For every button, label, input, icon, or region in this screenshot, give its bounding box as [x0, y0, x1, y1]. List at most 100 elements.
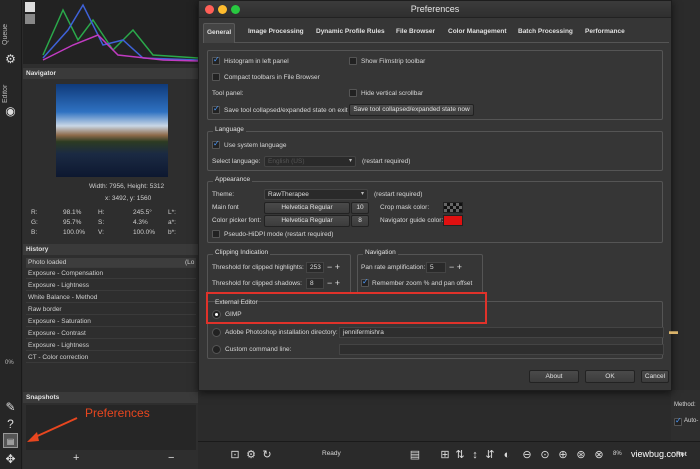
photoshop-label: Adobe Photoshop installation directory: — [225, 329, 338, 336]
theme-restart-note: (restart required) — [374, 191, 423, 198]
pan-rate-label: Pan rate amplification: — [361, 264, 426, 271]
tab-dynamic-profile-rules[interactable]: Dynamic Profile Rules — [316, 28, 385, 35]
crop-mask-color-swatch[interactable] — [443, 202, 463, 213]
folder-icon[interactable]: ▬ — [669, 326, 678, 336]
history-title: History — [23, 244, 198, 255]
pseudo-hidpi-checkbox[interactable] — [212, 230, 220, 238]
navigator-guide-color-swatch[interactable] — [443, 215, 463, 226]
aperture-icon[interactable]: ◉ — [3, 104, 18, 119]
left-panel: Navigator Width: 7956, Height: 5312 x: 3… — [23, 0, 199, 469]
remember-zoom-label: Remember zoom % and pan offset — [372, 280, 473, 287]
clipped-shadows-label: Threshold for clipped shadows: — [212, 280, 302, 287]
custom-command-radio[interactable] — [212, 345, 221, 354]
pan-rate-input[interactable]: 5 — [426, 262, 446, 273]
settings-icon[interactable]: ⚙ — [244, 448, 258, 462]
save-tool-collapsed-checkbox[interactable] — [212, 104, 220, 114]
tab-file-browser[interactable]: File Browser — [396, 28, 435, 35]
main-font-size[interactable]: 10 — [351, 202, 369, 214]
remember-zoom-checkbox[interactable] — [361, 277, 369, 287]
language-restart-note: (restart required) — [362, 158, 411, 165]
tab-performance[interactable]: Performance — [585, 28, 625, 35]
add-snapshot-button[interactable]: + — [73, 452, 79, 464]
tab-queue[interactable]: Queue — [2, 18, 20, 50]
clipped-shadows-input[interactable]: 8 — [306, 278, 324, 289]
custom-command-input[interactable] — [339, 344, 664, 355]
color-picker-font-button[interactable]: Helvetica Regular — [264, 215, 350, 227]
preferences-icon[interactable]: ▤ — [3, 433, 18, 448]
photoshop-directory-input[interactable]: jennifermishra — [339, 327, 664, 338]
language-select[interactable]: English (US) ▾ — [264, 156, 356, 167]
clipped-highlights-stepper[interactable]: − + — [327, 262, 340, 273]
theme-select[interactable]: RawTherapee ▾ — [264, 189, 368, 200]
auto-checkbox[interactable] — [674, 416, 682, 426]
gear-icon[interactable]: ⚙ — [3, 52, 18, 67]
hide-scrollbar-checkbox[interactable] — [349, 89, 357, 97]
gimp-radio[interactable] — [212, 310, 221, 319]
photoshop-radio[interactable] — [212, 328, 221, 337]
pan-rate-stepper[interactable]: − + — [449, 262, 462, 273]
navigation-frame — [357, 254, 483, 294]
ok-button[interactable]: OK — [585, 370, 635, 383]
tab-color-management[interactable]: Color Management — [448, 28, 507, 35]
history-item[interactable]: Exposure - Lightness — [26, 341, 196, 351]
main-font-button[interactable]: Helvetica Regular — [264, 202, 350, 214]
remove-snapshot-button[interactable]: − — [168, 452, 174, 464]
about-button[interactable]: About — [529, 370, 579, 383]
cursor-coords: x: 3492, y: 1560 — [105, 195, 152, 202]
zoom-percent: 0% — [5, 360, 14, 366]
zoom-100-icon[interactable]: ⊛ — [574, 448, 588, 462]
image-size: Width: 7956, Height: 5312 — [89, 183, 165, 190]
zoom-level: 8% — [613, 451, 622, 457]
tab-image-processing[interactable]: Image Processing — [248, 28, 304, 35]
snapshots-title: Snapshots — [23, 392, 198, 403]
flip-icon[interactable]: ⇅ — [453, 448, 467, 462]
compact-toolbars-checkbox[interactable] — [212, 73, 220, 81]
rotate-icon[interactable]: ↻ — [260, 448, 274, 462]
select-language-label: Select language: — [212, 158, 261, 165]
language-title: Language — [213, 126, 246, 133]
navigator-guide-label: Navigator guide color: — [380, 217, 444, 224]
clipping-title: Clipping Indication — [213, 249, 271, 256]
use-system-language-checkbox[interactable] — [212, 139, 220, 149]
rotate-label: Rot — [676, 451, 687, 458]
compare-icon[interactable]: ⊞ — [438, 448, 452, 462]
view-icon[interactable]: ◐ — [500, 448, 514, 462]
crop-icon[interactable]: ⊡ — [228, 448, 242, 462]
history-item[interactable]: Exposure - Lightness — [26, 281, 196, 291]
navigator-title: Navigator — [23, 68, 198, 79]
history-item[interactable]: Exposure - Compensation — [26, 269, 196, 279]
pipette-icon[interactable]: ✎ — [3, 400, 18, 415]
zoom-out-icon[interactable]: ⊖ — [520, 448, 534, 462]
fullscreen-icon[interactable]: ⊗ — [592, 448, 606, 462]
history-item[interactable]: Photo loaded — [26, 258, 196, 268]
hide-scrollbar-label: Hide vertical scrollbar — [361, 90, 424, 97]
clipped-shadows-stepper[interactable]: − + — [327, 278, 340, 289]
align-icon[interactable]: ⇵ — [483, 448, 497, 462]
history-item[interactable]: Exposure - Saturation — [26, 317, 196, 327]
tab-batch-processing[interactable]: Batch Processing — [518, 28, 573, 35]
external-editor-title: External Editor — [215, 299, 258, 306]
histogram-mode-icon[interactable]: ▤ — [408, 448, 422, 462]
zoom-in-icon[interactable]: ⊕ — [556, 448, 570, 462]
zoom-fit-icon[interactable]: ⊙ — [538, 448, 552, 462]
history-item[interactable]: Exposure - Contrast — [26, 329, 196, 339]
scale-icon[interactable]: ↕ — [468, 448, 482, 462]
move-icon[interactable]: ✥ — [3, 452, 18, 467]
tab-general[interactable]: General — [203, 23, 236, 43]
history-item[interactable]: Raw border — [26, 305, 196, 315]
highlight-box — [206, 292, 487, 324]
save-tool-state-now-button[interactable]: Save tool collapsed/expanded state now — [349, 104, 474, 116]
clipped-highlights-input[interactable]: 253 — [306, 262, 324, 273]
cancel-button[interactable]: Cancel — [641, 370, 669, 383]
dialog-titlebar[interactable]: Preferences — [199, 1, 671, 18]
navigator-preview-image[interactable] — [56, 84, 168, 177]
tool-panel-label: Tool panel: — [212, 90, 244, 97]
show-filmstrip-checkbox[interactable] — [349, 57, 357, 65]
help-icon[interactable]: ? — [3, 417, 18, 432]
history-item[interactable]: White Balance - Method — [26, 293, 196, 303]
color-picker-font-size[interactable]: 8 — [351, 215, 369, 227]
histogram-left-checkbox[interactable] — [212, 55, 220, 65]
compact-toolbars-label: Compact toolbars in File Browser — [224, 74, 320, 81]
history-item[interactable]: CT - Color correction — [26, 353, 196, 363]
use-system-language-label: Use system language — [224, 142, 287, 149]
